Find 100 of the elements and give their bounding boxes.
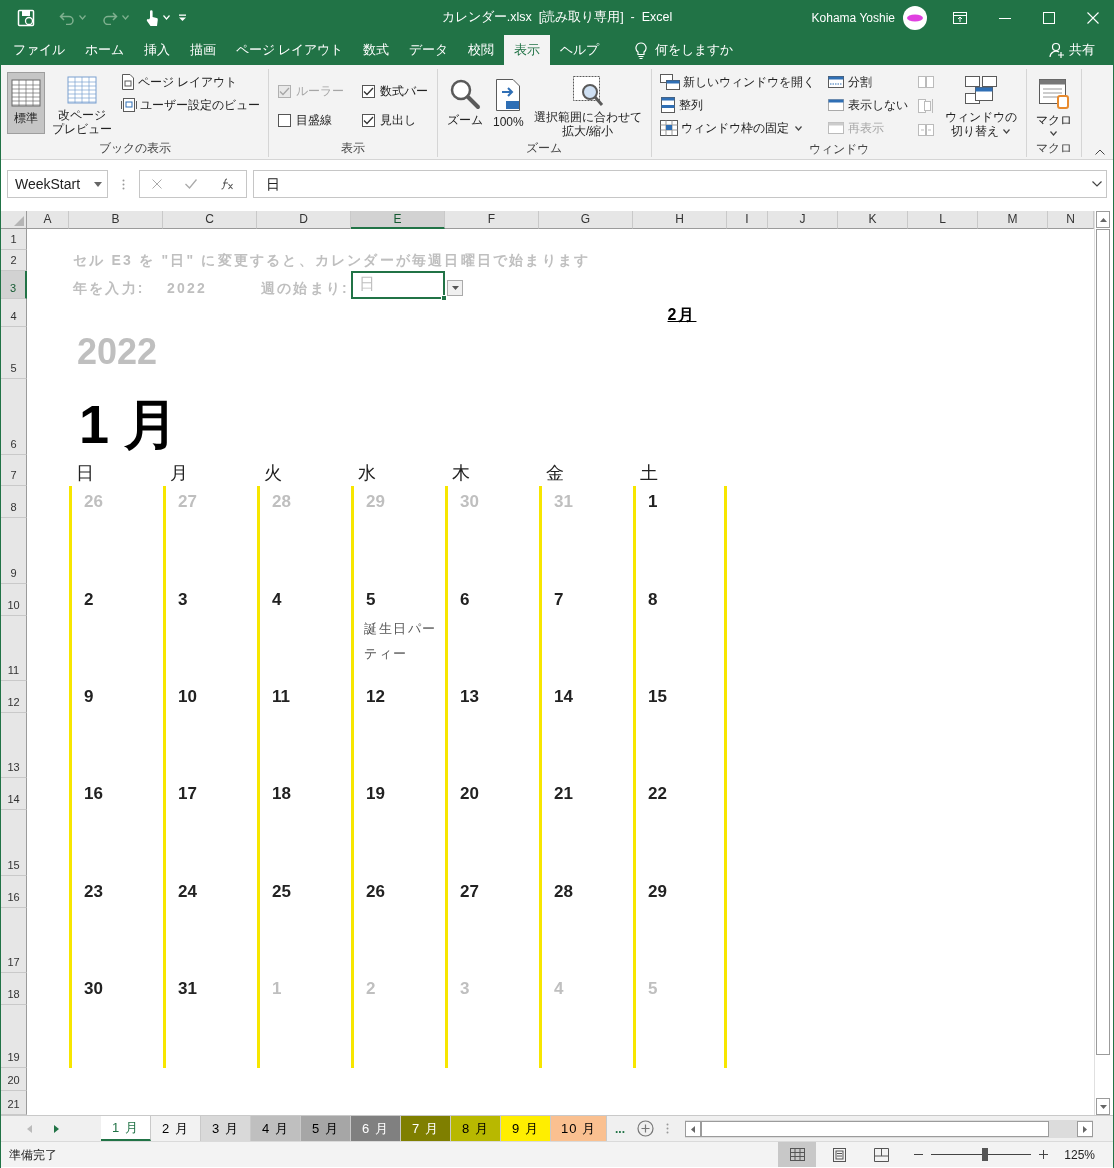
ribbon-tab[interactable]: ファイル: [3, 35, 75, 65]
scroll-up-button[interactable]: [1096, 211, 1110, 228]
hand-icon[interactable]: [145, 8, 159, 27]
avatar-icon[interactable]: [903, 5, 927, 30]
dropdown-button[interactable]: [447, 280, 463, 296]
row-header[interactable]: 19: [1, 1005, 27, 1068]
column-header[interactable]: L: [908, 211, 978, 229]
caret-icon[interactable]: [94, 181, 102, 187]
fill-handle[interactable]: [441, 295, 447, 301]
checkbox[interactable]: [278, 113, 291, 127]
customize-icon[interactable]: [178, 13, 187, 22]
more-tabs-button[interactable]: ...: [615, 1116, 625, 1141]
ribbon-tab[interactable]: 数式: [353, 35, 400, 65]
ribbon-button[interactable]: ズーム: [444, 72, 486, 134]
ribbon-button[interactable]: 改ページ プレビュー: [49, 72, 115, 134]
column-header[interactable]: A: [27, 211, 69, 229]
row-header[interactable]: 4: [1, 299, 27, 327]
row-header[interactable]: 20: [1, 1068, 27, 1091]
row-header[interactable]: 11: [1, 616, 27, 681]
column-header[interactable]: N: [1048, 211, 1094, 229]
column-header[interactable]: E: [351, 211, 445, 229]
column-header[interactable]: M: [978, 211, 1048, 229]
share-button[interactable]: 共有: [1039, 35, 1105, 65]
scroll-right-button[interactable]: [1077, 1121, 1093, 1137]
row-header[interactable]: 14: [1, 778, 27, 810]
scrollbar-thumb[interactable]: [1096, 229, 1110, 1055]
ribbon-display-icon[interactable]: [953, 11, 967, 24]
ribbon-button[interactable]: ページ レイアウト: [119, 72, 262, 92]
ribbon-button[interactable]: 整列: [657, 95, 817, 115]
sheet-tab[interactable]: 5 月: [301, 1116, 351, 1141]
name-box[interactable]: WeekStart: [7, 170, 108, 198]
add-sheet-icon[interactable]: [637, 1120, 654, 1137]
sheet-tab[interactable]: 10 月: [551, 1116, 607, 1141]
save-icon[interactable]: [17, 8, 35, 27]
sheet-tab[interactable]: 1 月: [101, 1116, 151, 1141]
collapse-icon[interactable]: [1095, 149, 1105, 155]
grip-icon[interactable]: [666, 1123, 669, 1134]
zoom-thumb[interactable]: [982, 1148, 989, 1161]
column-header[interactable]: C: [163, 211, 257, 229]
ribbon-tab[interactable]: 挿入: [134, 35, 180, 65]
sheet-link[interactable]: 2月: [667, 303, 697, 327]
ribbon-tab[interactable]: 表示: [504, 35, 551, 65]
column-header[interactable]: G: [539, 211, 633, 229]
row-header[interactable]: 2: [1, 250, 27, 271]
row-header[interactable]: 3: [1, 271, 27, 299]
row-header[interactable]: 8: [1, 486, 27, 518]
ribbon-tab[interactable]: データ: [399, 35, 459, 65]
row-header[interactable]: 9: [1, 518, 27, 584]
scroll-down-button[interactable]: [1096, 1098, 1110, 1115]
column-header[interactable]: K: [838, 211, 908, 229]
sheet-tab[interactable]: 9 月: [501, 1116, 551, 1141]
column-header[interactable]: J: [768, 211, 838, 229]
row-header[interactable]: 18: [1, 973, 27, 1005]
scroll-left-button[interactable]: [685, 1121, 701, 1137]
checkbox-label[interactable]: 数式バー: [359, 78, 431, 104]
ribbon-button[interactable]: マクロ: [1032, 72, 1075, 134]
tell-me-search[interactable]: 何をしますか: [625, 35, 744, 65]
ribbon-button[interactable]: 標準: [7, 72, 45, 134]
zoom-slider[interactable]: [931, 1148, 1032, 1161]
ribbon-button[interactable]: 表示しない: [824, 95, 910, 115]
checkbox-label[interactable]: 目盛線: [275, 107, 347, 133]
column-header[interactable]: I: [727, 211, 768, 229]
row-header[interactable]: 16: [1, 876, 27, 908]
column-header[interactable]: H: [633, 211, 727, 229]
ribbon-tab[interactable]: ヘルプ: [550, 35, 610, 65]
formula-field[interactable]: 日: [253, 170, 1107, 198]
grip-icon[interactable]: [122, 178, 125, 190]
row-header[interactable]: 1: [1, 229, 27, 250]
row-header[interactable]: 13: [1, 713, 27, 778]
ribbon-tab[interactable]: 校閲: [458, 35, 505, 65]
checkbox[interactable]: [362, 84, 375, 98]
scrollbar-thumb[interactable]: [701, 1121, 1049, 1137]
row-header[interactable]: 5: [1, 327, 27, 379]
zoom-level[interactable]: 125%: [1064, 1145, 1095, 1164]
ribbon-button[interactable]: ユーザー設定のビュー: [119, 95, 262, 115]
sheet-tab[interactable]: 3 月: [201, 1116, 251, 1141]
column-header[interactable]: D: [257, 211, 351, 229]
sheet-tab[interactable]: 4 月: [251, 1116, 301, 1141]
sheet-tab[interactable]: 6 月: [351, 1116, 401, 1141]
function-icon[interactable]: [220, 178, 235, 190]
row-header[interactable]: 17: [1, 908, 27, 973]
checkbox[interactable]: [362, 113, 375, 127]
row-header[interactable]: 15: [1, 810, 27, 876]
checkbox-label[interactable]: 見出し: [359, 107, 431, 133]
ribbon-button[interactable]: ウィンドウ枠の固定: [657, 118, 817, 138]
view-button[interactable]: [778, 1142, 817, 1167]
close-icon[interactable]: [1087, 11, 1099, 24]
ribbon-button[interactable]: 100%: [490, 72, 527, 134]
ribbon-tab[interactable]: ホーム: [75, 35, 134, 65]
ribbon-button[interactable]: 分割: [824, 72, 910, 92]
column-header[interactable]: F: [445, 211, 539, 229]
ribbon-tab[interactable]: ページ レイアウト: [226, 35, 354, 65]
sheet-tab[interactable]: 8 月: [451, 1116, 501, 1141]
row-header[interactable]: 6: [1, 379, 27, 455]
expand-icon[interactable]: [1092, 181, 1102, 187]
next-sheet-icon[interactable]: [54, 1124, 59, 1133]
row-header[interactable]: 21: [1, 1091, 27, 1115]
ribbon-button[interactable]: 新しいウィンドウを開く: [657, 72, 817, 92]
zoom-in-icon[interactable]: [1039, 1150, 1049, 1159]
maximize-icon[interactable]: [1043, 11, 1055, 24]
